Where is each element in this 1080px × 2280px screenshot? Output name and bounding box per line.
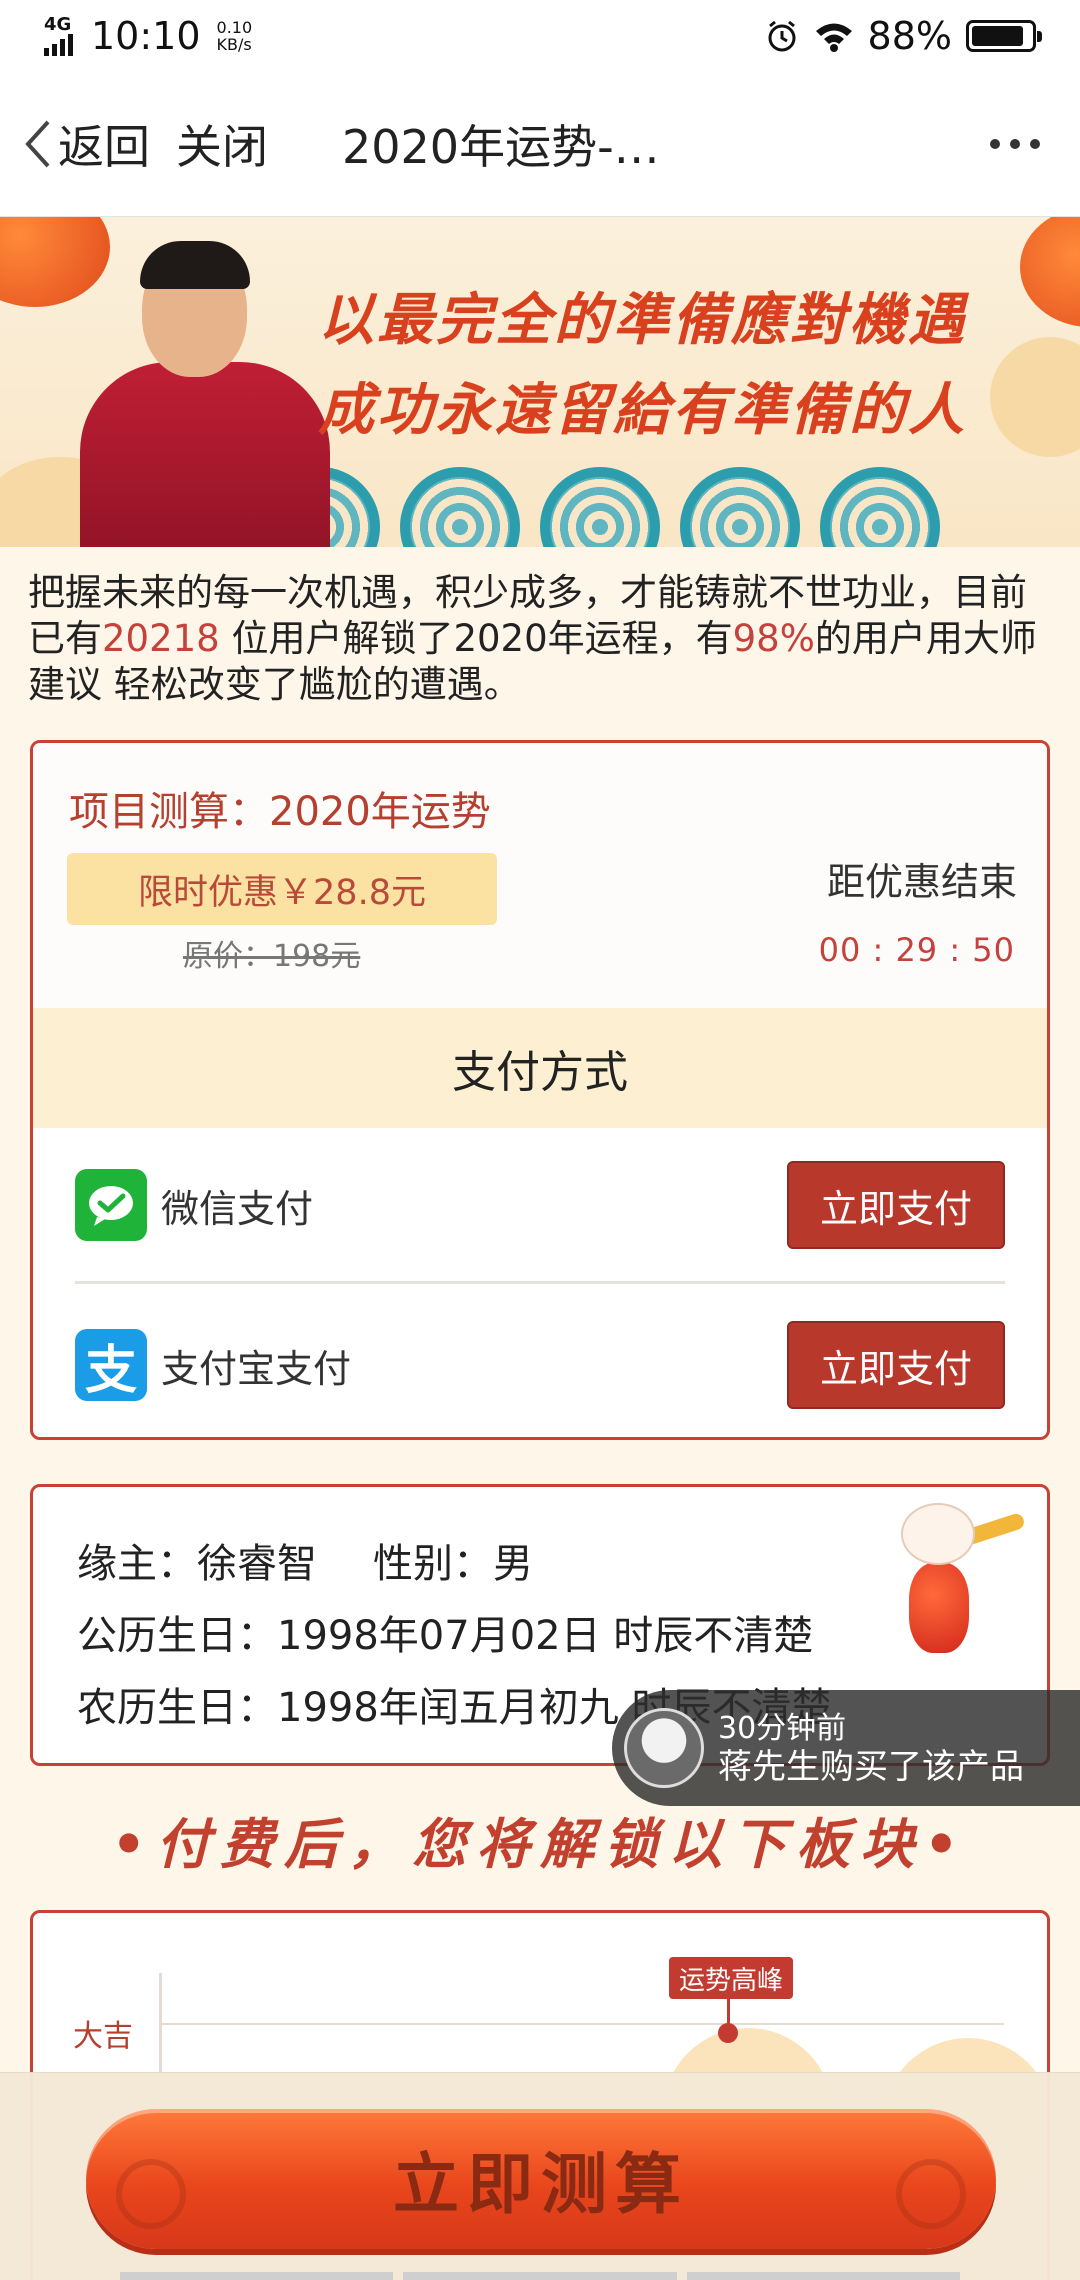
calculate-now-label: 立即测算 xyxy=(393,2145,689,2223)
payment-option-wechat[interactable]: 微信支付 立即支付 xyxy=(75,1155,1005,1255)
back-button[interactable]: 返回 xyxy=(22,111,150,177)
price-section: 项目测算：2020年运势 限时优惠￥28.8元 原价：198元 距优惠结束 00… xyxy=(33,743,1047,1008)
intro-text: 位用户解锁了2020年运程，有 xyxy=(219,617,733,660)
avatar xyxy=(624,1708,704,1788)
payment-method-label: 微信支付 xyxy=(161,1186,314,1231)
notification-message: 蒋先生购买了该产品 xyxy=(718,1747,1024,1787)
payment-header: 支付方式 xyxy=(33,1008,1047,1128)
cloud-decoration xyxy=(990,337,1080,457)
system-nav-hint xyxy=(120,2272,960,2280)
payment-header-label: 支付方式 xyxy=(452,1047,628,1098)
peak-marker-dot xyxy=(718,2023,738,2043)
wave-decoration xyxy=(400,467,520,547)
payment-option-alipay[interactable]: 支 支付宝支付 立即支付 xyxy=(75,1315,1005,1415)
peak-tag-label: 运势高峰 xyxy=(679,1965,784,1996)
more-options-icon[interactable] xyxy=(990,139,1040,149)
page-title: 2020年运势-… xyxy=(342,120,660,174)
success-percent: 98% xyxy=(732,617,815,660)
name-value: 徐睿智 xyxy=(197,1541,317,1587)
promo-price: 限时优惠￥28.8元 xyxy=(138,872,426,913)
lunar-birthday-label: 农历生日： xyxy=(77,1685,277,1731)
user-count: 20218 xyxy=(102,617,220,660)
profile-name-row: 缘主：徐睿智 性别：男 xyxy=(77,1531,533,1589)
countdown-timer: 00 : 29 : 50 xyxy=(818,931,1015,969)
promo-price-badge: 限时优惠￥28.8元 xyxy=(67,853,497,925)
gender-value: 男 xyxy=(493,1541,533,1587)
status-bar: 4G 10:10 0.10 KB/s 88% xyxy=(0,0,1080,72)
slogan-line-1: 以最完全的準備應對機遇 xyxy=(318,287,967,353)
name-label: 缘主： xyxy=(77,1541,197,1587)
battery-percent: 88% xyxy=(867,14,952,58)
alipay-icon: 支 xyxy=(75,1329,147,1401)
slogan-line-2: 成功永遠留給有準備的人 xyxy=(318,377,967,443)
back-label: 返回 xyxy=(58,120,150,174)
speed-value: 0.10 xyxy=(216,18,253,37)
original-price: 原价：198元 xyxy=(183,939,361,974)
alarm-icon xyxy=(768,20,796,52)
solar-birthday-value: 1998年07月02日 时辰不清楚 xyxy=(277,1613,814,1659)
cloud-swirl-decoration xyxy=(116,2159,186,2229)
alipay-pay-button[interactable]: 立即支付 xyxy=(787,1321,1005,1409)
payment-method-label: 支付宝支付 xyxy=(161,1346,352,1391)
order-card: 项目测算：2020年运势 限时优惠￥28.8元 原价：198元 距优惠结束 00… xyxy=(30,740,1050,1440)
navigation-bar: 返回 关闭 2020年运势-… xyxy=(0,72,1080,217)
calculate-now-button[interactable]: 立即测算 xyxy=(86,2109,996,2249)
gender-label: 性别： xyxy=(373,1541,493,1587)
wave-decoration xyxy=(820,467,940,547)
solar-birthday-label: 公历生日： xyxy=(77,1613,277,1659)
network-type: 4G xyxy=(44,14,72,35)
chart-gridline xyxy=(159,2023,1004,2025)
countdown-label: 距优惠结束 xyxy=(826,860,1017,904)
signal-icon: 4G xyxy=(44,16,73,56)
unlock-heading: •付费后，您将解锁以下板块• xyxy=(111,1812,969,1876)
cloud-swirl-decoration xyxy=(896,2159,966,2229)
intro-paragraph: 把握未来的每一次机遇，积少成多，才能铸就不世功业，目前已有20218 位用户解锁… xyxy=(28,570,1058,708)
promo-banner: 以最完全的準備應對機遇 成功永遠留給有準備的人 xyxy=(0,217,1080,547)
network-speed: 0.10 KB/s xyxy=(217,19,253,53)
speed-unit: KB/s xyxy=(216,35,252,54)
bottom-action-bar: 立即测算 xyxy=(0,2072,1080,2280)
divider xyxy=(75,1281,1005,1284)
lantern-decoration xyxy=(1020,217,1080,327)
chevron-left-icon xyxy=(25,120,50,168)
close-button[interactable]: 关闭 xyxy=(176,111,268,177)
peak-tag: 运势高峰 xyxy=(669,1957,794,1999)
notification-time: 30分钟前 xyxy=(718,1711,847,1746)
profile-solar-row: 公历生日：1998年07月02日 时辰不清楚 xyxy=(77,1603,813,1661)
battery-icon xyxy=(966,20,1042,52)
alipay-glyph: 支 xyxy=(84,1340,137,1401)
wave-decoration xyxy=(540,467,660,547)
project-title: 项目测算：2020年运势 xyxy=(69,789,491,835)
chart-y-label: 大吉 xyxy=(73,2019,133,2054)
clock: 10:10 xyxy=(91,14,201,58)
wechat-pay-icon xyxy=(75,1169,147,1241)
rat-mascot-icon xyxy=(879,1497,1029,1667)
wave-decoration xyxy=(680,467,800,547)
master-portrait xyxy=(80,227,330,547)
wifi-icon xyxy=(815,23,852,52)
banner-slogan: 以最完全的準備應對機遇 成功永遠留給有準備的人 xyxy=(318,275,967,455)
wechat-pay-button[interactable]: 立即支付 xyxy=(787,1161,1005,1249)
purchase-notification: 30分钟前 蒋先生购买了该产品 xyxy=(612,1690,1080,1806)
